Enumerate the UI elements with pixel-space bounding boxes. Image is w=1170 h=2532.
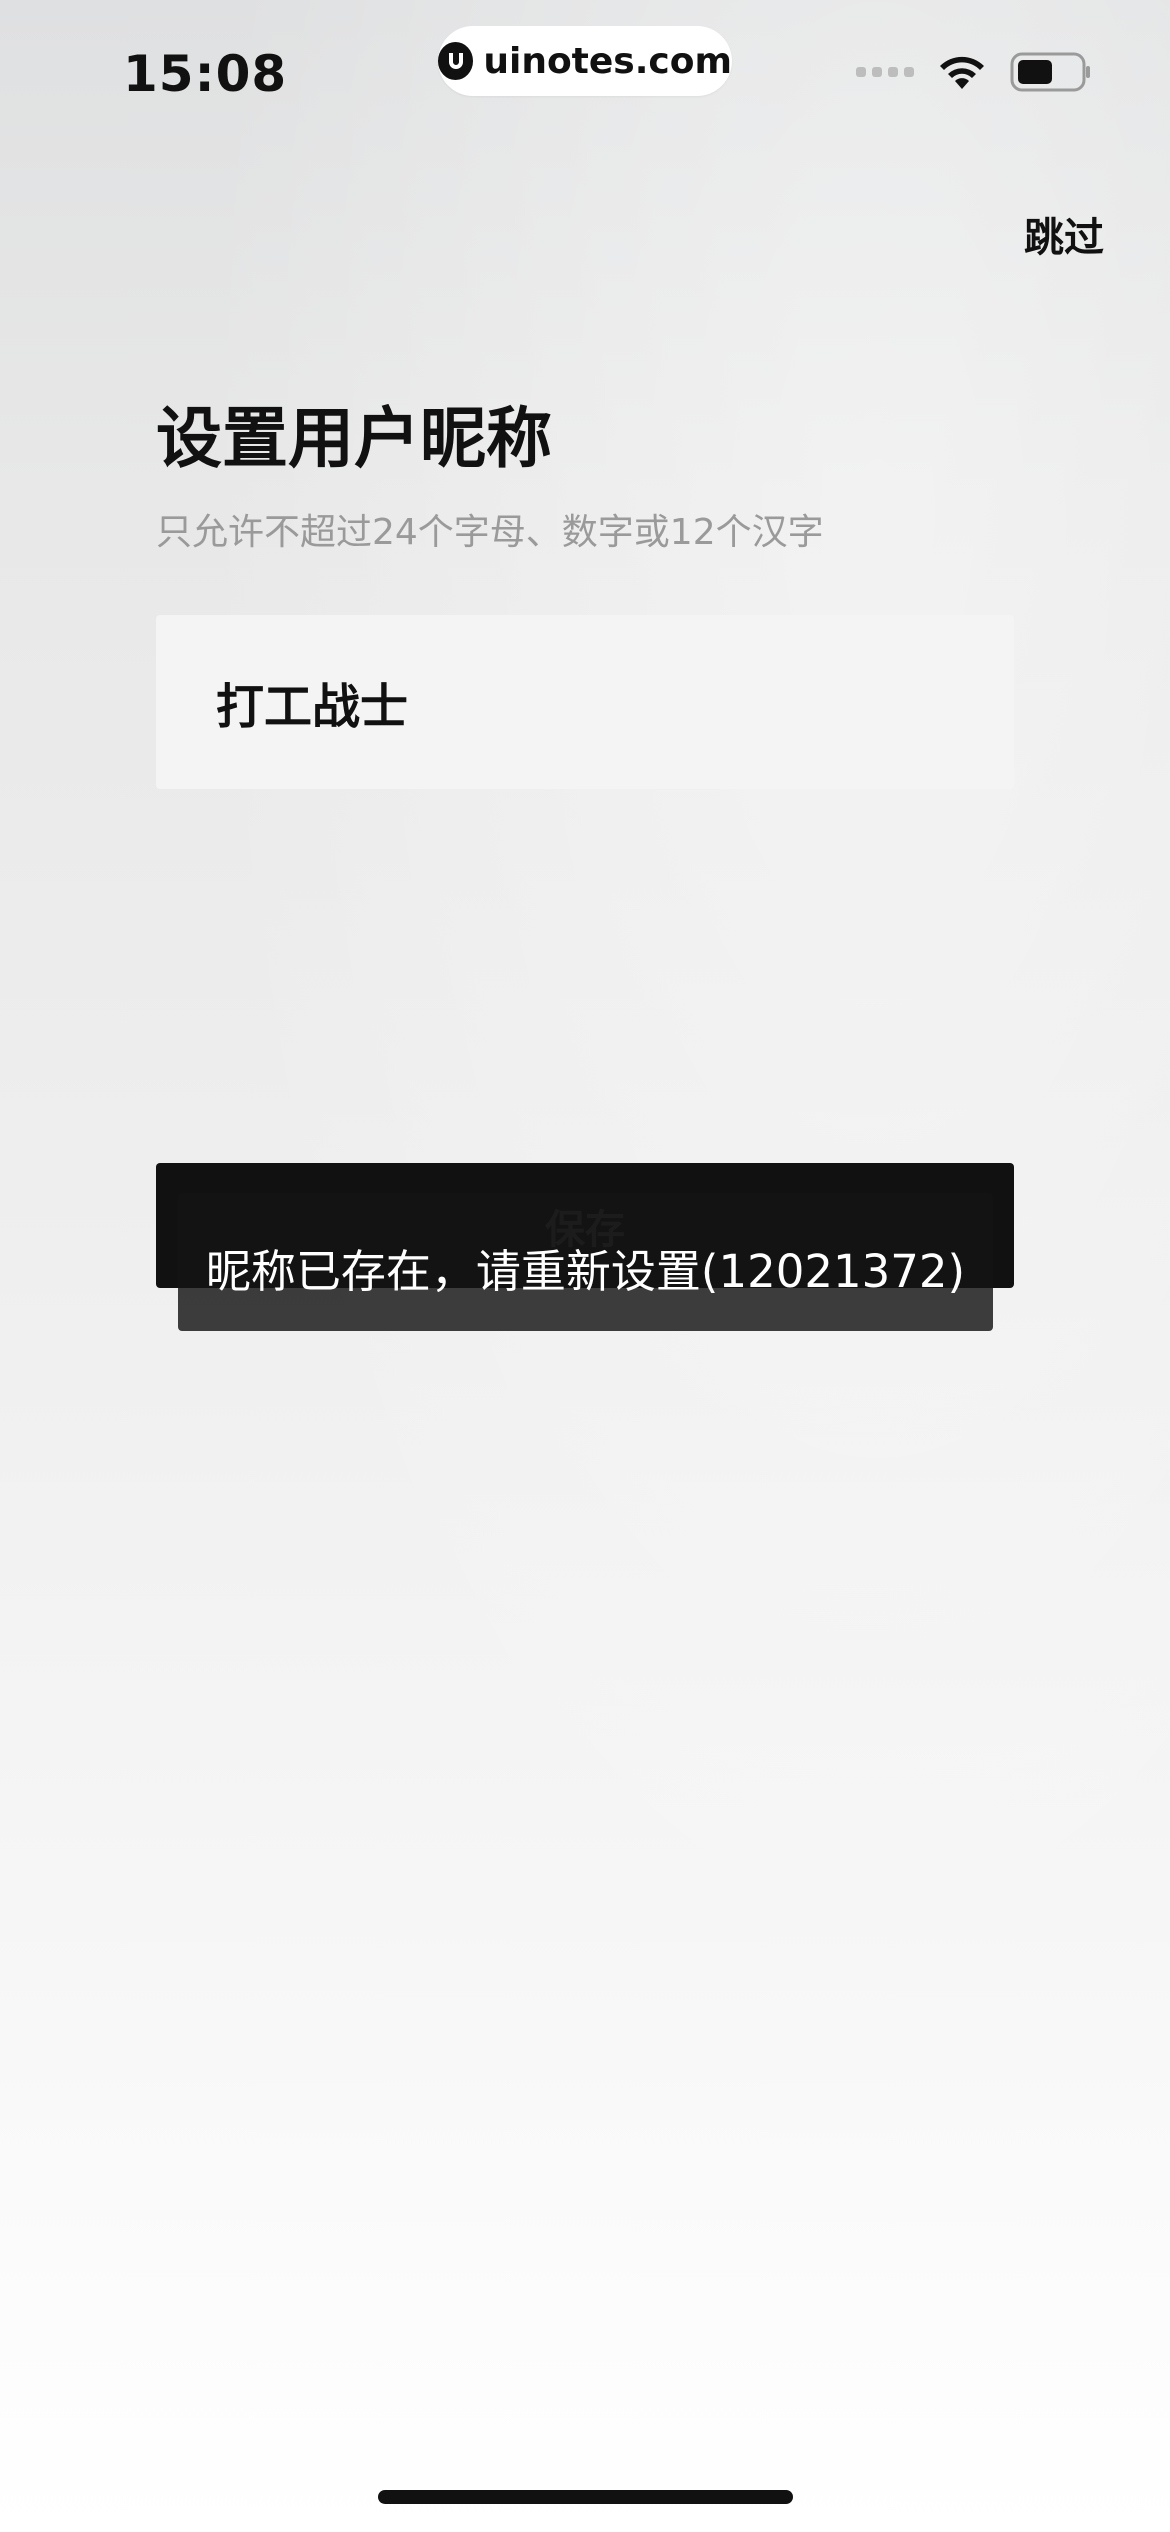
brand-pill: uinotes.com xyxy=(438,26,732,96)
home-indicator[interactable] xyxy=(378,2490,793,2504)
nickname-input[interactable] xyxy=(156,615,1014,789)
wifi-icon xyxy=(936,53,988,91)
signal-icon xyxy=(856,67,914,77)
status-icons xyxy=(856,52,1092,92)
error-toast: 昵称已存在，请重新设置(12021372) xyxy=(178,1193,993,1331)
page-title: 设置用户昵称 xyxy=(156,400,552,477)
battery-icon xyxy=(1010,52,1092,92)
status-time: 15:08 xyxy=(123,45,288,103)
brand-logo-icon xyxy=(438,42,474,80)
brand-text: uinotes.com xyxy=(483,40,732,82)
toast-message: 昵称已存在，请重新设置(12021372) xyxy=(205,1244,966,1298)
nickname-hint: 只允许不超过24个字母、数字或12个汉字 xyxy=(156,512,824,553)
skip-button[interactable]: 跳过 xyxy=(1024,205,1104,263)
